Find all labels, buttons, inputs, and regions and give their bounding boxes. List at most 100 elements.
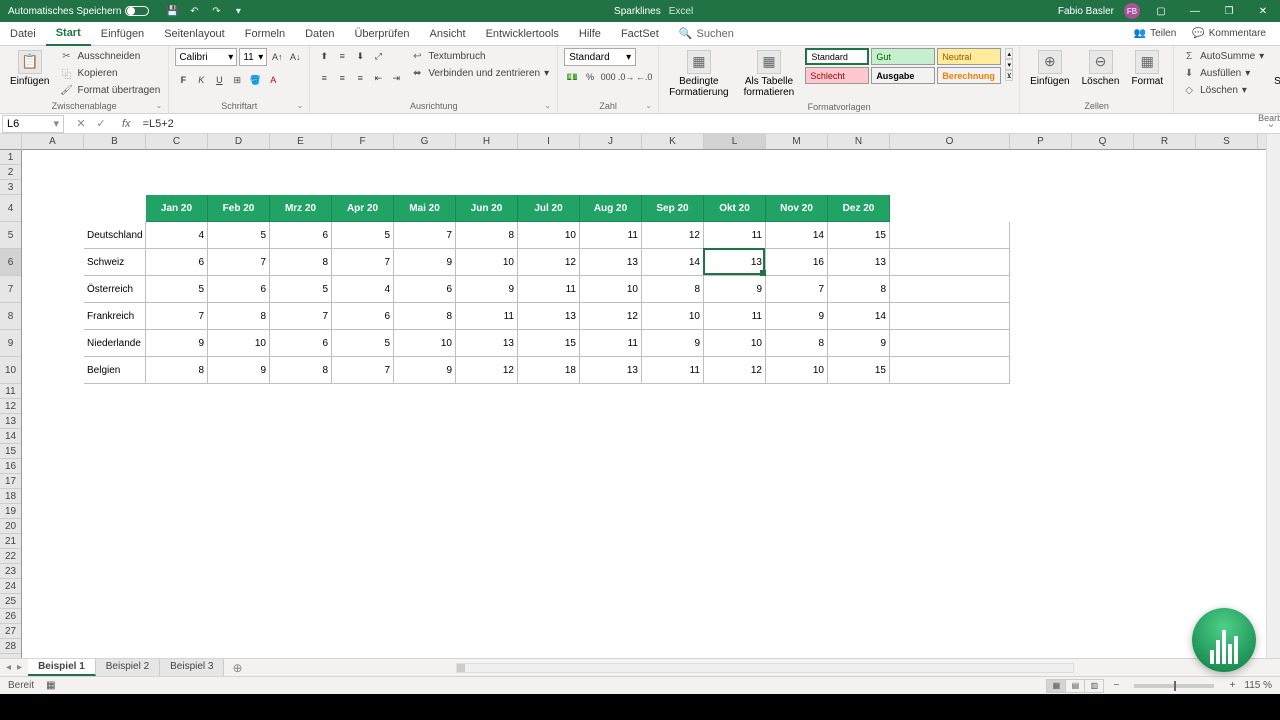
percent-icon[interactable]: % [582,69,598,85]
fill-color-button[interactable]: 🪣 [247,72,263,88]
ribbon-display-icon[interactable]: ▢ [1144,0,1178,22]
cell-M4[interactable]: Nov 20 [766,195,828,222]
style-neutral[interactable]: Neutral [937,48,1001,65]
select-all-corner[interactable] [0,134,22,150]
row-header-14[interactable]: 14 [0,429,21,444]
cell-B9[interactable]: Niederlande [84,330,146,357]
row-header-6[interactable]: 6 [0,249,21,276]
cell-B10[interactable]: Belgien [84,357,146,384]
col-header-F[interactable]: F [332,134,394,149]
tab-factset[interactable]: FactSet [611,22,669,46]
autosave-toggle[interactable]: Automatisches Speichern [0,6,157,17]
cell-H10[interactable]: 12 [456,357,518,384]
style-gut[interactable]: Gut [871,48,935,65]
format-as-table-button[interactable]: ▦ Als Tabelle formatieren [737,48,802,100]
font-name-select[interactable]: Calibri▾ [175,48,237,66]
col-header-K[interactable]: K [642,134,704,149]
cell-C6[interactable]: 6 [146,249,208,276]
tab-daten[interactable]: Daten [295,22,344,46]
view-page-layout-button[interactable]: ▤ [1065,679,1085,693]
cell-E6[interactable]: 8 [270,249,332,276]
cell-D9[interactable]: 10 [208,330,270,357]
vertical-scrollbar[interactable] [1266,134,1280,658]
save-icon[interactable]: 💾 [165,4,179,18]
cell-L5[interactable]: 11 [704,222,766,249]
enter-formula-icon[interactable]: ✓ [92,117,110,130]
dec-decimal-icon[interactable]: ←.0 [636,69,652,85]
sheet-tab-beispiel1[interactable]: Beispiel 1 [28,659,96,676]
cell-N7[interactable]: 8 [828,276,890,303]
search-box[interactable]: 🔍 Suchen [669,27,744,40]
cell-F8[interactable]: 6 [332,303,394,330]
cell-C8[interactable]: 7 [146,303,208,330]
cell-L9[interactable]: 10 [704,330,766,357]
cell-O9[interactable] [890,330,1010,357]
cancel-formula-icon[interactable]: ✕ [72,117,90,130]
fill-button[interactable]: ⬇Ausfüllen▾ [1180,65,1266,81]
row-header-28[interactable]: 28 [0,639,21,654]
col-header-S[interactable]: S [1196,134,1258,149]
cell-H9[interactable]: 13 [456,330,518,357]
row-header-22[interactable]: 22 [0,549,21,564]
col-header-H[interactable]: H [456,134,518,149]
cell-F6[interactable]: 7 [332,249,394,276]
cell-K8[interactable]: 10 [642,303,704,330]
cell-styles-gallery[interactable]: Standard Gut Neutral Schlecht Ausgabe Be… [805,48,1001,84]
cell-I7[interactable]: 11 [518,276,580,303]
cell-M7[interactable]: 7 [766,276,828,303]
sheet-tab-beispiel2[interactable]: Beispiel 2 [96,659,160,676]
cell-D8[interactable]: 8 [208,303,270,330]
cell-C9[interactable]: 9 [146,330,208,357]
underline-button[interactable]: U [211,72,227,88]
row-header-12[interactable]: 12 [0,399,21,414]
row-header-21[interactable]: 21 [0,534,21,549]
col-header-R[interactable]: R [1134,134,1196,149]
cell-J9[interactable]: 11 [580,330,642,357]
style-ausgabe[interactable]: Ausgabe [871,67,935,84]
horizontal-scrollbar[interactable] [456,663,1074,673]
align-bottom-icon[interactable]: ⬇ [352,48,368,64]
cell-J4[interactable]: Aug 20 [580,195,642,222]
cell-H7[interactable]: 9 [456,276,518,303]
cell-E8[interactable]: 7 [270,303,332,330]
cell-I4[interactable]: Jul 20 [518,195,580,222]
macro-recordax-icon[interactable]: ▦ [46,680,55,691]
cell-L6[interactable]: 13 [704,249,766,276]
row-header-17[interactable]: 17 [0,474,21,489]
cell-J5[interactable]: 11 [580,222,642,249]
cell-E9[interactable]: 6 [270,330,332,357]
cell-K9[interactable]: 9 [642,330,704,357]
col-header-I[interactable]: I [518,134,580,149]
cell-K5[interactable]: 12 [642,222,704,249]
row-header-1[interactable]: 1 [0,150,21,165]
cell-N5[interactable]: 15 [828,222,890,249]
cell-C10[interactable]: 8 [146,357,208,384]
zoom-slider[interactable] [1134,684,1214,688]
cell-O5[interactable] [890,222,1010,249]
align-top-icon[interactable]: ⬆ [316,48,332,64]
cell-G5[interactable]: 7 [394,222,456,249]
increase-font-icon[interactable]: A↑ [269,49,285,65]
tab-ueberpruefen[interactable]: Überprüfen [344,22,419,46]
cell-O8[interactable] [890,303,1010,330]
cell-M8[interactable]: 9 [766,303,828,330]
format-cells-button[interactable]: ▦Format [1127,48,1167,89]
cell-F9[interactable]: 5 [332,330,394,357]
cell-K6[interactable]: 14 [642,249,704,276]
cell-L4[interactable]: Okt 20 [704,195,766,222]
tab-einfuegen[interactable]: Einfügen [91,22,154,46]
spreadsheet-grid[interactable]: ABCDEFGHIJKLMNOPQRS 12345678910111213141… [0,134,1280,658]
col-header-B[interactable]: B [84,134,146,149]
cell-H5[interactable]: 8 [456,222,518,249]
cell-J8[interactable]: 12 [580,303,642,330]
sort-filter-button[interactable]: ⇅Sortieren und Filtern [1270,48,1280,111]
tab-hilfe[interactable]: Hilfe [569,22,611,46]
zoom-out-button[interactable]: − [1110,680,1122,691]
cell-L7[interactable]: 9 [704,276,766,303]
conditional-formatting-button[interactable]: ▦ Bedingte Formatierung [665,48,732,100]
row-header-8[interactable]: 8 [0,303,21,330]
row-header-20[interactable]: 20 [0,519,21,534]
cell-F5[interactable]: 5 [332,222,394,249]
cell-N6[interactable]: 13 [828,249,890,276]
style-standard[interactable]: Standard [805,48,869,65]
